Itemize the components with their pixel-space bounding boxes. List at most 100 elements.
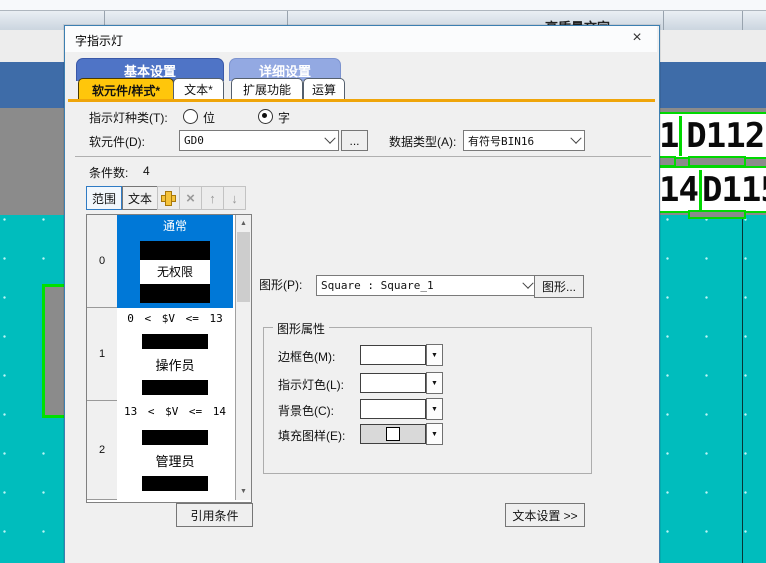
top-toolbar-strip [0, 0, 766, 11]
condition-index[interactable]: 2 [87, 401, 118, 500]
fill-pattern-swatch[interactable] [360, 424, 426, 444]
condition-index[interactable]: 1 [87, 308, 118, 401]
frame-color-dropdown[interactable]: ▼ [426, 344, 443, 366]
background-color-label: 背景色(C): [278, 402, 334, 419]
frame-color-swatch[interactable] [360, 345, 426, 365]
lamp-preview-square: 无权限 [140, 241, 210, 303]
tab-accent-line [68, 99, 655, 102]
condition-row-0[interactable]: 通常 无权限 [117, 215, 233, 308]
list-scrollbar[interactable]: ▲ ▼ [235, 215, 251, 500]
graphic-attributes-group: 边框色(M): ▼ 指示灯色(L): ▼ 背景色(C): ▼ 填充图样(E): … [263, 327, 592, 474]
device-label: 软元件(D): [89, 133, 145, 150]
word-lamp-dialog: 字指示灯 × 基本设置 详细设置 软元件/样式* 文本* 扩展功能 运算 指示灯… [64, 25, 660, 563]
selection-handle [688, 210, 746, 219]
screen: 高质量文字 1 D112 14 D115 字指示灯 × 基本设置 详细设置 软元… [0, 0, 766, 563]
dropdown-icon: ▼ [431, 406, 438, 413]
shape-value: Square : Square_1 [321, 279, 434, 292]
scroll-up-icon[interactable]: ▲ [236, 215, 251, 231]
move-down-button[interactable]: ↓ [223, 186, 246, 210]
background-color-swatch[interactable] [360, 399, 426, 419]
condition-header[interactable]: 13 < $V <= 14 [117, 401, 233, 421]
delete-icon: × [186, 190, 195, 207]
chevron-down-icon [324, 132, 335, 143]
scroll-down-icon[interactable]: ▼ [236, 483, 251, 499]
arrow-up-icon: ↑ [209, 191, 216, 206]
arrow-down-icon: ↓ [231, 191, 238, 206]
radio-word[interactable]: 字 [258, 109, 290, 126]
condition-row-2[interactable]: 13 < $V <= 14 管理员 [117, 401, 233, 500]
condition-preview[interactable]: 无权限 [117, 235, 233, 308]
display2-left-digits: 14 [658, 170, 702, 210]
shape-combobox[interactable]: Square : Square_1 [316, 275, 537, 296]
radio-bit[interactable]: 位 [183, 109, 215, 126]
dialog-titlebar[interactable]: 字指示灯 × [65, 26, 657, 52]
radio-bit-circle[interactable] [183, 109, 198, 124]
delete-condition-button[interactable]: × [179, 186, 202, 210]
lamp-color-label: 指示灯色(L): [278, 376, 344, 393]
tab-device-style[interactable]: 软元件/样式* [78, 78, 174, 101]
radio-word-circle[interactable] [258, 109, 273, 124]
dropdown-icon: ▼ [431, 431, 438, 438]
lamp-type-label: 指示灯种类(T): [89, 109, 168, 126]
device-value: GD0 [184, 134, 204, 147]
condition-index[interactable]: 0 [87, 215, 118, 308]
lamp-preview-text: 操作员 [155, 355, 194, 374]
lamp-preview-bar [142, 430, 208, 445]
separator [75, 156, 651, 157]
chevron-down-icon [570, 132, 581, 143]
tab-text[interactable]: 文本* [173, 78, 224, 101]
datatype-label: 数据类型(A): [389, 133, 456, 150]
tab-extended-function[interactable]: 扩展功能 [231, 78, 303, 101]
condition-list: 0 1 2 通常 无权限 0 < $V <= 13 操作员 [86, 214, 252, 503]
shape-label: 图形(P): [259, 276, 302, 293]
condition-preview[interactable]: 操作员 [117, 328, 233, 401]
reference-condition-button[interactable]: 引用条件 [176, 503, 253, 527]
scrollbar-thumb[interactable] [237, 232, 250, 302]
fill-pattern-label: 填充图样(E): [278, 427, 345, 444]
device-combobox[interactable]: GD0 [179, 130, 339, 151]
chevron-down-icon [522, 277, 533, 288]
condition-row-1[interactable]: 0 < $V <= 13 操作员 [117, 308, 233, 401]
datatype-combobox[interactable]: 有符号BIN16 [463, 130, 585, 151]
tab-operation[interactable]: 运算 [303, 78, 345, 101]
lamp-preview-text: 管理员 [155, 451, 194, 470]
lamp-preview-bar [142, 334, 208, 349]
add-condition-button[interactable] [157, 186, 180, 210]
lamp-color-swatch[interactable] [360, 373, 426, 393]
lamp-color-dropdown[interactable]: ▼ [426, 372, 443, 394]
dialog-title: 字指示灯 [75, 32, 123, 49]
condition-preview[interactable]: 管理员 [117, 421, 233, 500]
condition-count-value: 4 [143, 164, 150, 178]
text-settings-button[interactable]: 文本设置 >> [505, 503, 585, 527]
device-browse-button[interactable]: ... [341, 130, 368, 151]
condition-header[interactable]: 0 < $V <= 13 [117, 308, 233, 328]
range-toggle-button[interactable]: 范围 [86, 186, 122, 210]
header-divider [663, 11, 664, 30]
radio-bit-label: 位 [203, 111, 215, 125]
display1-left-digits: 1 [658, 116, 682, 156]
fill-pattern-dropdown[interactable]: ▼ [426, 423, 443, 445]
dropdown-icon: ▼ [431, 380, 438, 387]
lamp-preview-text: 无权限 [140, 260, 210, 284]
condition-count-label: 条件数: [89, 164, 128, 181]
header-divider [742, 11, 743, 30]
lamp-preview-bar [142, 380, 208, 395]
numeric-display-d115[interactable]: 14 D115 [656, 166, 766, 213]
lamp-preview-bar [142, 476, 208, 491]
dropdown-icon: ▼ [431, 352, 438, 359]
display2-label: D115 [702, 170, 766, 210]
background-color-dropdown[interactable]: ▼ [426, 398, 443, 420]
numeric-display-d112[interactable]: 1 D112 [656, 112, 766, 159]
pattern-preview-icon [386, 427, 400, 441]
shape-browse-button[interactable]: 图形... [534, 275, 584, 298]
datatype-value: 有符号BIN16 [468, 133, 534, 149]
add-icon [161, 191, 176, 206]
close-icon[interactable]: × [627, 29, 647, 47]
text-toggle-button[interactable]: 文本 [122, 186, 158, 210]
frame-color-label: 边框色(M): [278, 348, 335, 365]
move-up-button[interactable]: ↑ [201, 186, 224, 210]
canvas-edge-line [742, 215, 743, 563]
display1-label: D112 [682, 116, 766, 156]
graphic-attributes-title: 图形属性 [273, 320, 329, 337]
condition-header[interactable]: 通常 [117, 215, 233, 235]
